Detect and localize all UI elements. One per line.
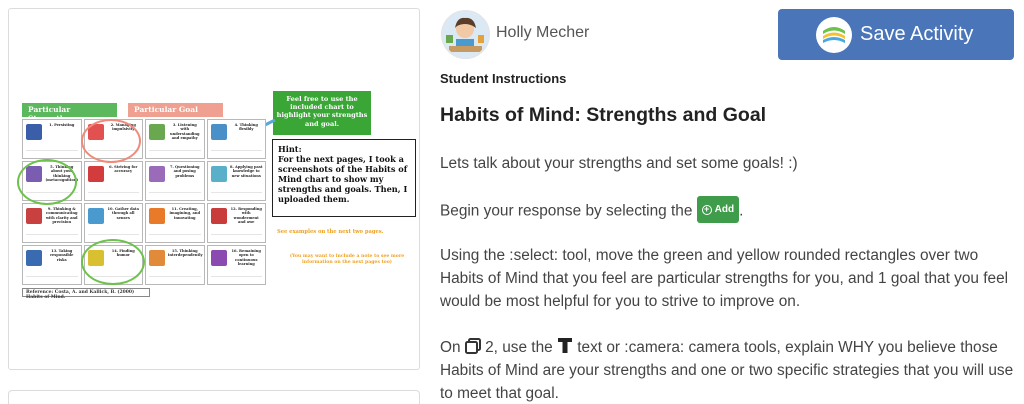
habit-title: 3. Listening with understanding and empa…	[169, 123, 200, 140]
habit-icon	[210, 166, 227, 182]
habit-title: 11. Creating, imagining, and innovating	[169, 207, 200, 220]
habit-cell: 15. Thinking interdependently	[145, 245, 205, 285]
hint-text: Hint: For the next pages, I took a scree…	[278, 144, 408, 204]
habit-cell: 7. Questioning and posing problems	[145, 161, 205, 201]
instruction-paragraph-3: Using the :select: tool, move the green …	[440, 247, 1009, 310]
avatar[interactable]	[441, 10, 490, 59]
habit-cell: 3. Listening with understanding and empa…	[145, 119, 205, 159]
reference: Reference: Costa, A. and Kallick, B. (20…	[22, 288, 150, 300]
seesaw-logo-icon	[816, 16, 852, 53]
add-button[interactable]: + Add	[696, 196, 740, 223]
habit-cell: 1. Persisting	[22, 119, 82, 159]
worksheet-thumbnail: Particular Strengths Particular Goal Fee…	[15, 91, 416, 303]
habit-title: 4. Thinking flexibly	[234, 123, 258, 132]
legend-strengths: Particular Strengths	[22, 103, 117, 123]
habit-cell: 11. Creating, imagining, and innovating	[145, 203, 205, 243]
hint-box: Hint: For the next pages, I took a scree…	[272, 139, 416, 217]
examples-note: See examples on the next two pages.	[277, 229, 384, 235]
habit-cell: 8. Applying past knowledge to new situat…	[206, 161, 266, 201]
author-name[interactable]: Holly Mecher	[496, 24, 589, 42]
save-activity-label: Save Activity	[860, 23, 974, 45]
pages-icon	[464, 337, 481, 354]
avatar-image	[443, 12, 488, 57]
habit-title: 9. Thinking & communicating with clarity…	[45, 207, 78, 224]
habit-title: 8. Applying past knowledge to new situat…	[229, 165, 263, 178]
habit-cell: 12. Responding with wonderment and awe	[206, 203, 266, 243]
instruction-paragraph-2: Begin your response by selecting the + A…	[440, 196, 1014, 225]
habit-title: 6. Striving for accuracy	[109, 165, 138, 174]
instruction-text: .	[739, 202, 744, 220]
habit-divider	[210, 192, 262, 198]
strength-circle	[17, 159, 77, 205]
habit-cell: 13. Taking responsible risks	[22, 245, 82, 285]
habit-icon	[87, 208, 104, 224]
habit-icon	[87, 166, 104, 182]
strength-circle	[81, 239, 145, 285]
add-label: Add	[714, 204, 735, 215]
habit-divider	[87, 192, 139, 198]
habit-icon	[210, 208, 227, 224]
habit-divider	[26, 234, 78, 240]
habit-title: 1. Persisting	[49, 123, 75, 127]
habit-cell: 10. Gather data through all senses	[83, 203, 143, 243]
habit-cell: 16. Remaining open to continuous learnin…	[206, 245, 266, 285]
goal-circle	[81, 119, 141, 163]
habit-icon	[26, 208, 42, 224]
habit-divider	[210, 234, 262, 240]
instruction-text: 2, use the	[485, 339, 553, 356]
habit-divider	[26, 150, 78, 156]
instruction-paragraph-4: On 2, use the text or :camera: camera to…	[440, 336, 1014, 404]
habit-title: 12. Responding with wonderment and awe	[230, 207, 262, 224]
habit-title: 10. Gather data through all senses	[107, 207, 139, 220]
habit-icon	[149, 166, 165, 182]
habit-cell: 6. Striving for accuracy	[83, 161, 143, 201]
habit-title: 7. Questioning and posing problems	[169, 165, 200, 178]
instruction-text: On	[440, 339, 461, 356]
habit-icon	[149, 208, 165, 224]
habit-icon	[26, 250, 42, 266]
habit-cell: 4. Thinking flexibly	[206, 119, 266, 159]
habit-divider	[149, 150, 201, 156]
habit-icon	[149, 124, 165, 140]
habit-icon	[210, 124, 227, 140]
legend-goal: Particular Goal	[128, 103, 223, 117]
habit-icon	[149, 250, 165, 266]
section-label: Student Instructions	[440, 71, 567, 86]
text-tool-icon	[557, 338, 572, 354]
activity-preview[interactable]: Particular Strengths Particular Goal Fee…	[8, 8, 420, 370]
secondary-card[interactable]	[8, 390, 420, 404]
habit-cell: 9. Thinking & communicating with clarity…	[22, 203, 82, 243]
habit-divider	[149, 276, 201, 282]
activity-title: Habits of Mind: Strengths and Goal	[440, 104, 767, 126]
plus-icon: +	[701, 204, 712, 215]
habit-divider	[149, 192, 201, 198]
habit-icon	[210, 250, 227, 266]
habit-icon	[26, 124, 42, 140]
habit-divider	[26, 276, 78, 282]
habit-title: 16. Remaining open to continuous learnin…	[231, 249, 261, 266]
examples-subnote: (You may want to include a note to see m…	[289, 254, 405, 265]
habit-divider	[210, 276, 262, 282]
feel-free-note: Feel free to use the included chart to h…	[273, 91, 371, 135]
instruction-paragraph-1: Lets talk about your strengths and set s…	[440, 155, 798, 172]
habit-title: 15. Thinking interdependently	[168, 249, 203, 258]
save-activity-button[interactable]: Save Activity	[778, 9, 1014, 60]
habit-divider	[210, 150, 262, 156]
habit-divider	[149, 234, 201, 240]
instruction-text: Begin your response by selecting the	[440, 202, 693, 220]
habit-title: 13. Taking responsible risks	[50, 249, 74, 262]
